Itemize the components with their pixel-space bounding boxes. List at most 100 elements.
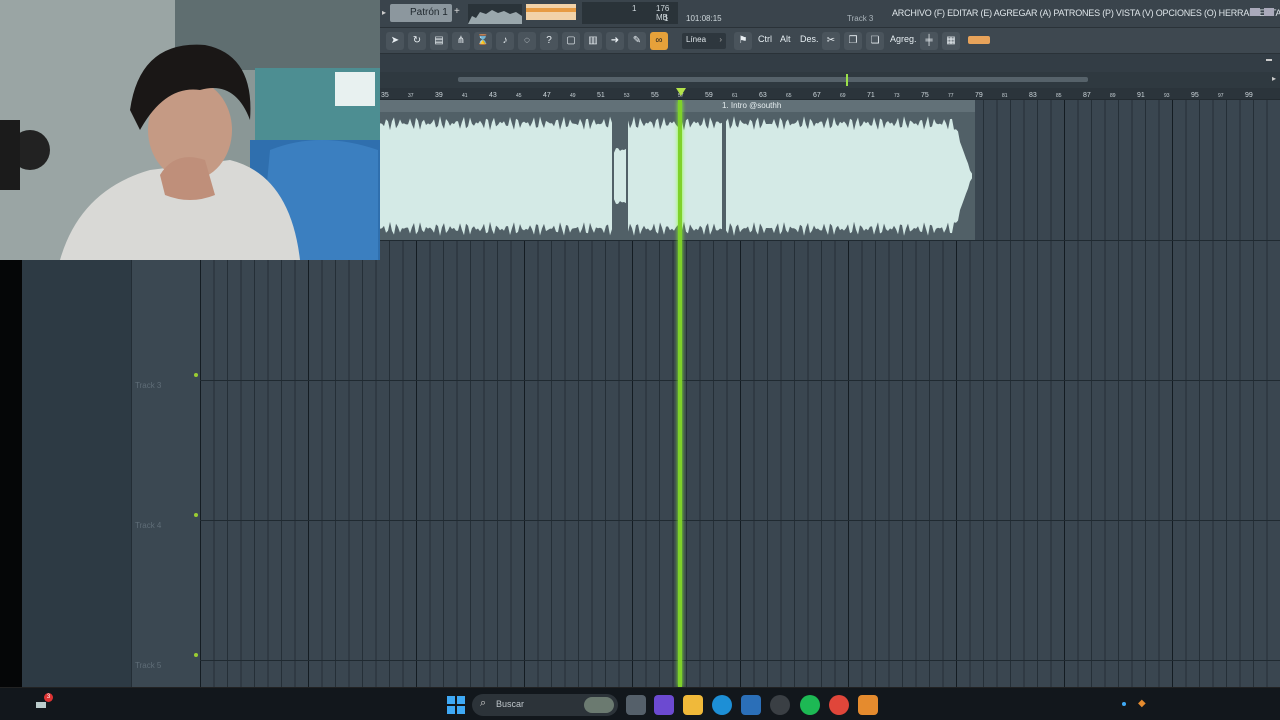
ruler-mark: 69 bbox=[840, 93, 846, 99]
ruler-mark: 55 bbox=[651, 92, 659, 99]
mic-icon[interactable]: ♪ bbox=[496, 32, 514, 50]
add-pattern-icon[interactable]: + bbox=[454, 6, 460, 17]
waveform-segment bbox=[380, 116, 612, 236]
ruler-mark: 35 bbox=[381, 92, 389, 99]
track-divider bbox=[200, 660, 1280, 661]
search-highlight-icon bbox=[584, 697, 614, 713]
copilot-icon[interactable] bbox=[654, 695, 674, 715]
help-icon[interactable]: ? bbox=[540, 32, 558, 50]
arrow-icon[interactable]: ➤ bbox=[386, 32, 404, 50]
webcam-video bbox=[0, 0, 380, 260]
cut-icon[interactable]: ✂ bbox=[822, 32, 840, 50]
track-led-5[interactable] bbox=[194, 653, 198, 657]
spotify-icon[interactable] bbox=[800, 695, 820, 715]
ruler-mark: 71 bbox=[867, 92, 875, 99]
ruler-mark: 37 bbox=[408, 93, 414, 99]
pattern-selector[interactable]: Patrón 1 bbox=[390, 4, 452, 22]
waveform-segment bbox=[628, 116, 722, 236]
panel-icon[interactable]: ▢ bbox=[562, 32, 580, 50]
scroll-thumb[interactable] bbox=[458, 77, 1088, 82]
timeline-ruler[interactable]: 35 37 39 41 43 45 47 49 51 53 55 57 59 61 63 65 67 69 71 73… bbox=[380, 88, 1280, 100]
top-bar: ▸ Patrón 1 + 1 176 MB 1 101:08:15 Track … bbox=[380, 0, 1280, 28]
minimize-icon[interactable] bbox=[1250, 8, 1260, 16]
stamp-icon[interactable]: ⚑ bbox=[734, 32, 752, 50]
pencil-icon[interactable]: ✎ bbox=[628, 32, 646, 50]
app-icon[interactable] bbox=[770, 695, 790, 715]
split-icon[interactable]: ╪ bbox=[920, 32, 938, 50]
link-icon[interactable]: ∞ bbox=[650, 32, 668, 50]
ctrl-button[interactable]: Ctrl bbox=[758, 34, 772, 44]
fl-studio-icon[interactable] bbox=[858, 695, 878, 715]
tray-dot-icon bbox=[1122, 702, 1126, 706]
chat-icon[interactable]: ◌ bbox=[518, 32, 536, 50]
tray-app-icon[interactable]: ◆ bbox=[1138, 698, 1146, 709]
ruler-mark: 77 bbox=[948, 93, 954, 99]
left-black-strip bbox=[0, 260, 22, 687]
search-icon: ⌕ bbox=[480, 697, 487, 709]
notifications-icon[interactable]: 3 bbox=[34, 693, 53, 712]
ruler-marks: 35 37 39 41 43 45 47 49 51 53 55 57 59 61 63 65 67 69 71 73… bbox=[381, 92, 1253, 99]
play-arrow-icon[interactable]: ▸ bbox=[382, 8, 386, 17]
ruler-mark: 75 bbox=[921, 92, 929, 99]
ruler-mark: 39 bbox=[435, 92, 443, 99]
piano-icon[interactable]: ▥ bbox=[584, 32, 602, 50]
chrome-icon[interactable] bbox=[829, 695, 849, 715]
playhead[interactable] bbox=[678, 100, 682, 687]
ruler-mark: 49 bbox=[570, 93, 576, 99]
ruler-mark: 51 bbox=[597, 92, 605, 99]
ruler-mark: 83 bbox=[1029, 92, 1037, 99]
waveform-segment bbox=[614, 148, 626, 204]
horizontal-scroll[interactable]: ▸ bbox=[380, 72, 1280, 88]
track-led-4[interactable] bbox=[194, 513, 198, 517]
task-view-icon[interactable] bbox=[626, 695, 646, 715]
grid-icon[interactable]: ▦ bbox=[942, 32, 960, 50]
file-explorer-icon[interactable] bbox=[683, 695, 703, 715]
webcam-overlay bbox=[0, 0, 380, 260]
magnet-icon[interactable]: ⋔ bbox=[452, 32, 470, 50]
des-button[interactable]: Des. bbox=[800, 34, 819, 44]
ruler-mark: 53 bbox=[624, 93, 630, 99]
main-menu[interactable]: ARCHIVO (F) EDITAR (E) AGREGAR (A) PATRO… bbox=[892, 8, 1280, 18]
windows-start-icon[interactable] bbox=[446, 695, 466, 715]
cpu-ram-panel: 1 176 MB 1 bbox=[582, 2, 678, 24]
ruler-mark: 43 bbox=[489, 92, 497, 99]
store-icon[interactable] bbox=[741, 695, 761, 715]
alt-button[interactable]: Alt bbox=[780, 34, 791, 44]
track-label-3[interactable]: Track 3 bbox=[135, 381, 161, 390]
restore-icon[interactable] bbox=[1264, 8, 1274, 16]
save-icon[interactable]: ▤ bbox=[430, 32, 448, 50]
color-swatch[interactable] bbox=[968, 36, 990, 44]
notification-badge: 3 bbox=[44, 693, 53, 702]
track-label-4[interactable]: Track 4 bbox=[135, 521, 161, 530]
edge-icon[interactable] bbox=[712, 695, 732, 715]
agreg-button[interactable]: Agreg. bbox=[890, 34, 917, 44]
chevron-right-icon: › bbox=[719, 35, 722, 44]
playhead-marker-icon[interactable] bbox=[676, 88, 686, 96]
collapse-icon[interactable] bbox=[1266, 59, 1272, 61]
browser-panel[interactable] bbox=[22, 260, 132, 687]
track-led-3[interactable] bbox=[194, 373, 198, 377]
playlist-subbar bbox=[380, 54, 1280, 72]
ruler-mark: 65 bbox=[786, 93, 792, 99]
ruler-mark: 85 bbox=[1056, 93, 1062, 99]
hint-track: Track 3 bbox=[847, 14, 874, 23]
snap-selector[interactable]: Línea › bbox=[682, 33, 726, 49]
paste-icon[interactable]: ❏ bbox=[866, 32, 884, 50]
ruler-mark: 59 bbox=[705, 92, 713, 99]
ruler-mark: 47 bbox=[543, 92, 551, 99]
taskbar-search[interactable]: ⌕ Buscar bbox=[472, 694, 618, 716]
ruler-mark: 91 bbox=[1137, 92, 1145, 99]
scroll-right-icon[interactable]: ▸ bbox=[1272, 74, 1276, 83]
track-label-5[interactable]: Track 5 bbox=[135, 661, 161, 670]
ruler-mark: 67 bbox=[813, 92, 821, 99]
track-divider bbox=[200, 520, 1280, 521]
search-placeholder: Buscar bbox=[496, 699, 525, 709]
ruler-mark: 93 bbox=[1164, 93, 1170, 99]
hourglass-icon[interactable]: ⌛ bbox=[474, 32, 492, 50]
copy-icon[interactable]: ❐ bbox=[844, 32, 862, 50]
loop-icon[interactable]: ↻ bbox=[408, 32, 426, 50]
ruler-mark: 73 bbox=[894, 93, 900, 99]
ruler-mark: 63 bbox=[759, 92, 767, 99]
next-icon[interactable]: ➜ bbox=[606, 32, 624, 50]
oscilloscope bbox=[468, 4, 522, 24]
